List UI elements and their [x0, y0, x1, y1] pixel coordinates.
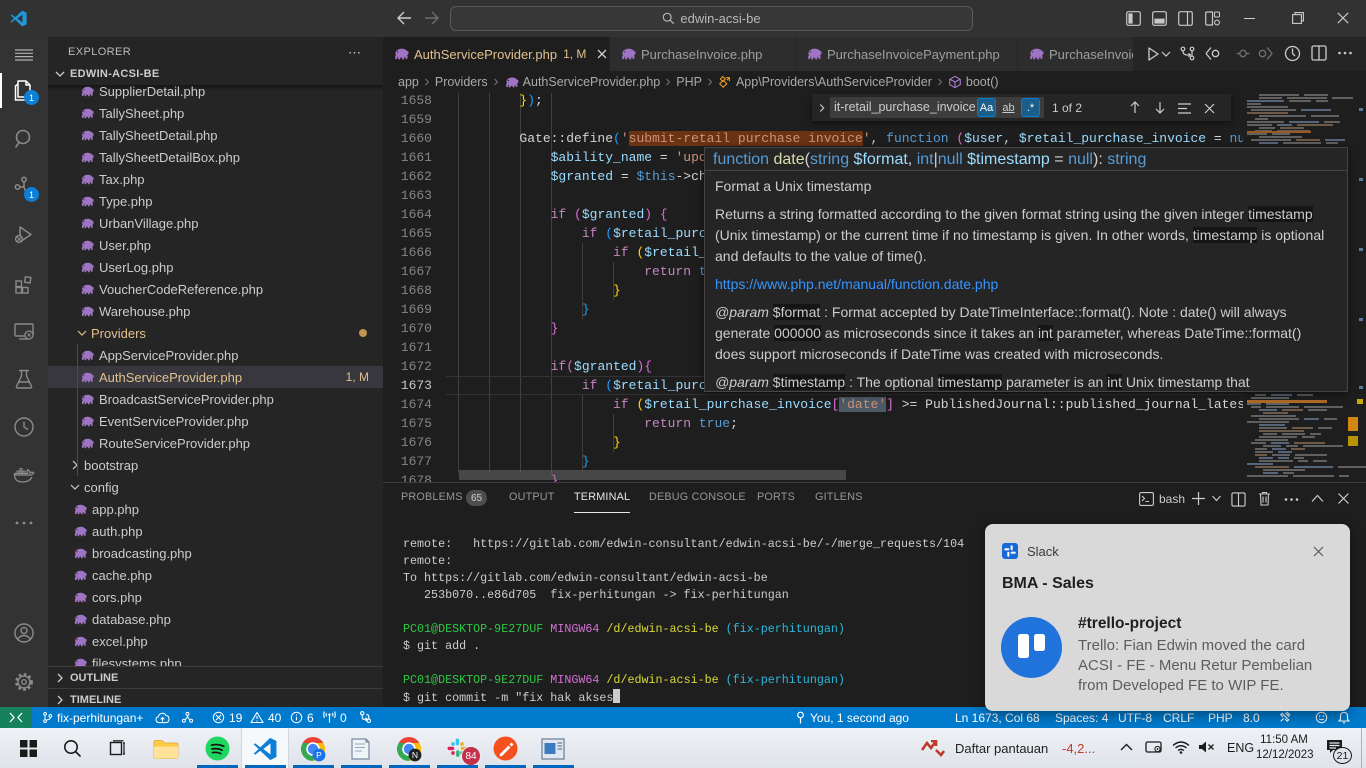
svg-text:N: N [412, 750, 418, 760]
svg-text:P: P [316, 750, 322, 760]
